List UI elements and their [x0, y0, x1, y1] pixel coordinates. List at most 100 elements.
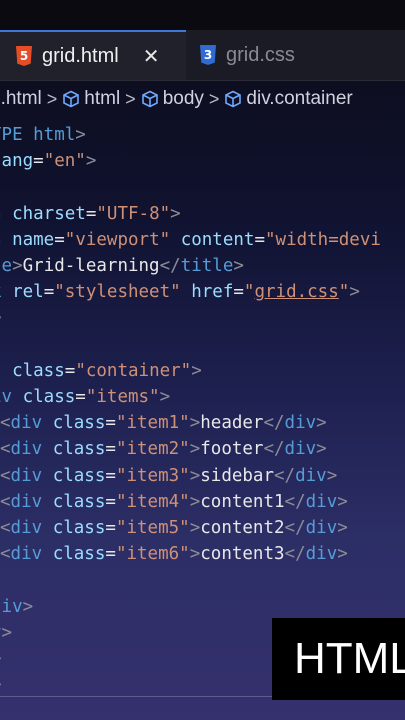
code-token: >	[316, 413, 327, 434]
code-token: div	[10, 413, 53, 434]
code-token: div	[10, 544, 53, 565]
code-token: "container"	[75, 360, 192, 381]
close-icon[interactable]: ✕	[143, 44, 160, 68]
code-line[interactable]: <div class="item2">footer</div>	[0, 436, 327, 462]
code-token: =	[105, 465, 116, 486]
code-line[interactable]: le>Grid-learning</title>	[0, 253, 244, 279]
code-line[interactable]: class="container">	[0, 358, 202, 384]
code-line[interactable]: <div class="item3">sidebar</div>	[0, 463, 337, 489]
code-token: "item1"	[115, 413, 190, 434]
code-token: >	[189, 465, 201, 486]
breadcrumb-item-file[interactable]: d.html	[0, 88, 42, 110]
code-token: =	[64, 360, 76, 381]
overlay-label: HTML	[294, 634, 405, 683]
code-token: class	[22, 387, 76, 407]
code-token: class	[12, 360, 65, 381]
window-top-strip	[0, 0, 405, 30]
code-token: =	[254, 229, 265, 250]
code-token: </	[284, 518, 306, 538]
code-line[interactable]: >	[0, 672, 2, 698]
code-token: class	[52, 518, 106, 538]
code-token: le	[0, 256, 13, 276]
code-token: <	[0, 413, 11, 434]
code-token: >	[75, 125, 86, 145]
code-line[interactable]: iv class="items">	[0, 384, 170, 410]
code-token: >	[0, 308, 2, 328]
code-token: href	[191, 282, 234, 303]
code-token: <	[0, 544, 11, 565]
code-line[interactable]: k rel="stylesheet" href="grid.css">	[0, 279, 360, 305]
code-line[interactable]: YPE html>	[0, 122, 86, 148]
code-token: div	[10, 439, 53, 460]
code-token: >	[337, 518, 348, 538]
code-token: <	[0, 465, 11, 486]
css3-icon: 3	[200, 45, 216, 65]
code-line[interactable]: a name="viewport" content="width=devi	[0, 227, 381, 253]
code-token: >	[85, 151, 97, 172]
code-token: <	[0, 439, 11, 460]
code-token: </	[263, 439, 285, 460]
code-token: >	[170, 203, 181, 224]
code-token: >	[233, 256, 244, 276]
code-token: =	[75, 387, 86, 407]
code-token: </	[284, 491, 306, 512]
code-line[interactable]: div>	[0, 594, 33, 620]
editor-screen: 5 grid.html ✕ 3 grid.css d.html > html >…	[0, 0, 405, 720]
chevron-right-icon: >	[46, 88, 58, 109]
code-line[interactable]: <div class="item1">header</div>	[0, 410, 327, 436]
code-token: >	[189, 439, 201, 460]
code-line[interactable]: >	[0, 646, 2, 672]
code-token: "en"	[43, 151, 86, 172]
code-token: >	[349, 282, 360, 303]
code-line[interactable]: <div class="item4">content1</div>	[0, 489, 348, 515]
code-token: content1	[200, 491, 285, 512]
code-token: </	[263, 413, 285, 434]
code-token: class	[52, 544, 106, 565]
code-token: lang	[0, 151, 34, 172]
code-token: content2	[200, 518, 285, 538]
code-token: "UTF-8"	[96, 203, 171, 224]
code-token: name	[12, 229, 55, 250]
code-token: "item3"	[115, 465, 190, 486]
html-caption-overlay: HTML	[272, 618, 405, 700]
code-line[interactable]: <div class="item5">content2</div>	[0, 515, 348, 541]
code-token: Grid-learning	[22, 256, 160, 276]
breadcrumb-item-html[interactable]: html	[84, 88, 120, 110]
code-token: >	[191, 360, 202, 381]
code-line[interactable]: lang="en">	[0, 148, 96, 174]
tab-grid-html[interactable]: 5 grid.html ✕	[0, 30, 186, 80]
code-token: class	[52, 491, 106, 512]
breadcrumb-item-body[interactable]: body	[163, 88, 204, 110]
code-token: div	[10, 518, 53, 538]
code-token: =	[85, 203, 97, 224]
code-token: >	[326, 465, 338, 486]
code-line[interactable]: v>	[0, 620, 12, 646]
code-token: header	[200, 413, 264, 434]
code-token: <	[0, 518, 11, 538]
html5-icon: 5	[16, 46, 32, 66]
chevron-right-icon: >	[125, 88, 136, 109]
code-line[interactable]: >	[0, 305, 2, 331]
breadcrumb-item-div-container[interactable]: div.container	[246, 88, 352, 110]
code-token: =	[105, 439, 116, 460]
code-token: div	[284, 413, 317, 434]
code-token: =	[54, 229, 65, 250]
code-token: class	[52, 465, 106, 486]
code-token: "viewport"	[64, 229, 171, 250]
code-line[interactable]: <div class="item6">content3</div>	[0, 541, 348, 567]
code-token: "	[243, 282, 255, 303]
code-token: >	[189, 413, 201, 434]
code-token: div	[10, 465, 53, 486]
element-cube-icon	[63, 90, 80, 108]
code-token: =	[233, 282, 244, 303]
code-token: >	[1, 622, 13, 643]
tab-bar: 5 grid.html ✕ 3 grid.css	[0, 30, 405, 81]
tab-grid-css[interactable]: 3 grid.css	[186, 30, 405, 80]
code-token: "item6"	[115, 544, 190, 565]
code-line[interactable]: a charset="UTF-8">	[0, 201, 181, 227]
code-token: "item5"	[115, 518, 190, 538]
code-token: a	[0, 230, 12, 250]
code-token: >	[337, 491, 348, 512]
